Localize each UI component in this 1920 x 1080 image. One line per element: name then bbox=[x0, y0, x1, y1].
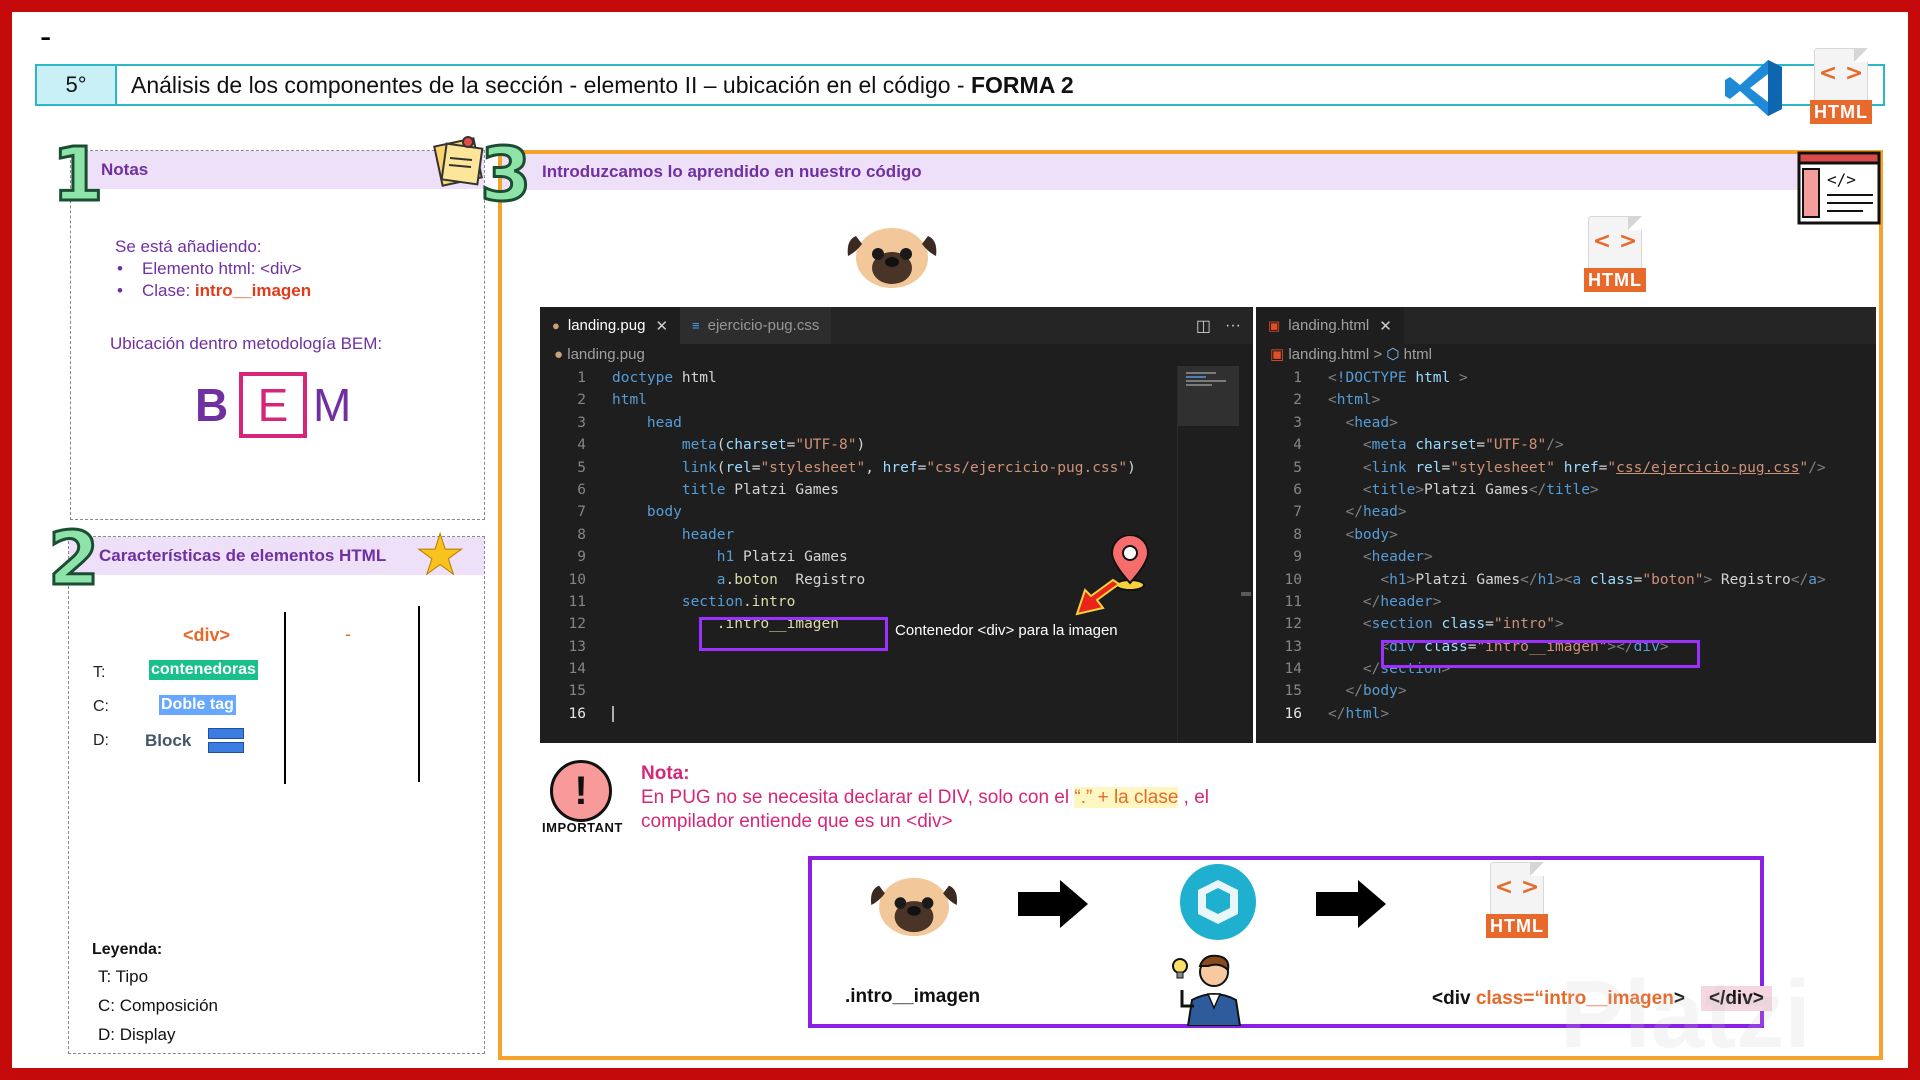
bem-letters: B E M bbox=[195, 372, 351, 438]
slide-number: 5° bbox=[37, 66, 117, 104]
nota-text: Nota: En PUG no se necesita declarar el … bbox=[641, 763, 1210, 832]
pug-file-icon: ● bbox=[552, 318, 560, 333]
html-code: 1 <!DOCTYPE html > 2 <html> 3 <head> 4 <me… bbox=[1284, 370, 1826, 722]
important-icon: ! IMPORTANT bbox=[542, 760, 622, 840]
slide-title: Análisis de los componentes de la secció… bbox=[131, 71, 1074, 98]
legend: Leyenda: T: Tipo C: Composición D: Displ… bbox=[92, 941, 218, 1044]
css-file-icon: ≡ bbox=[692, 318, 700, 333]
right-arrow-icon bbox=[1316, 880, 1386, 928]
block-display-icon bbox=[208, 728, 244, 754]
right-arrow-icon bbox=[1018, 880, 1088, 928]
tab-landing-html[interactable]: ▣ landing.html ✕ bbox=[1256, 307, 1404, 344]
tab-ejercicio-css[interactable]: ≡ ejercicio-pug.css bbox=[680, 307, 832, 344]
breadcrumb: ▣ landing.html > ⬡ html bbox=[1270, 346, 1432, 363]
html5-file-icon: ▣ bbox=[1270, 346, 1289, 363]
note-item-class: Clase: intro__imagen bbox=[115, 280, 311, 302]
html-file-icon: < > HTML bbox=[1810, 48, 1872, 124]
section-number-3: 3 bbox=[479, 132, 533, 218]
close-icon[interactable]: ✕ bbox=[1379, 317, 1392, 335]
html-file-icon: < > HTML bbox=[1486, 862, 1548, 938]
note-item-element: Elemento html: <div> bbox=[115, 258, 311, 280]
element-node-icon: ⬡ bbox=[1386, 346, 1400, 363]
column-divider bbox=[284, 612, 286, 784]
pug-editor[interactable]: ● landing.pug ✕ ≡ ejercicio-pug.css ◫ ··· ● … bbox=[540, 307, 1253, 743]
breadcrumb: ● landing.pug bbox=[554, 346, 645, 363]
thinking-person-icon bbox=[1172, 954, 1242, 1026]
red-arrow-icon bbox=[1075, 578, 1121, 616]
code-window-icon: </> bbox=[1797, 151, 1881, 225]
platzi-watermark: Platzi bbox=[1560, 961, 1811, 1068]
title-bar: 5° Análisis de los componentes de la sec… bbox=[35, 64, 1885, 106]
bem-title: Ubicación dentro metodología BEM: bbox=[110, 334, 383, 353]
code-panel-title: Introduzcamos lo aprendido en nuestro có… bbox=[502, 154, 1879, 190]
notes-body: Se está añadiendo: Elemento html: <div> … bbox=[115, 236, 311, 302]
split-editor-icon[interactable]: ◫ bbox=[1196, 316, 1211, 336]
html-file-icon: < > HTML bbox=[1584, 216, 1646, 292]
editor-tabbar: ● landing.pug ✕ ≡ ejercicio-pug.css ◫ ··· bbox=[540, 307, 1253, 344]
close-icon[interactable]: ✕ bbox=[655, 317, 668, 335]
display-value: Block bbox=[145, 731, 192, 750]
pug-file-icon: ● bbox=[554, 346, 568, 363]
column-divider bbox=[418, 606, 420, 782]
bem-element-highlight: E bbox=[239, 372, 307, 438]
minimap[interactable] bbox=[1177, 366, 1239, 743]
section-number-2: 2 bbox=[47, 516, 101, 602]
top-dash: - bbox=[40, 18, 52, 56]
col-empty-header: - bbox=[345, 624, 351, 644]
pug-class-label: .intro__imagen bbox=[845, 986, 981, 1007]
pug-icon bbox=[847, 228, 937, 288]
type-badge: contenedoras bbox=[149, 660, 258, 680]
pug-highlight-box bbox=[699, 617, 888, 651]
html-highlight-box bbox=[1381, 640, 1700, 668]
editor-tabbar: ▣ landing.html ✕ bbox=[1256, 307, 1876, 344]
col-div-header: <div> bbox=[183, 625, 231, 645]
notes-title: Notas bbox=[71, 151, 484, 189]
star-icon: ★ bbox=[414, 523, 466, 587]
pug-icon bbox=[870, 877, 958, 937]
annotation-label: Contenedor <div> para la imagen bbox=[895, 622, 1118, 639]
composition-badge: Doble tag bbox=[159, 695, 236, 715]
tab-landing-pug[interactable]: ● landing.pug ✕ bbox=[540, 307, 681, 344]
section-number-1: 1 bbox=[51, 132, 105, 218]
html5-file-icon: ▣ bbox=[1268, 317, 1281, 333]
parcel-logo-icon bbox=[1198, 880, 1238, 924]
vscode-icon bbox=[1725, 60, 1782, 116]
svg-text:</>: </> bbox=[1827, 170, 1856, 189]
more-actions-icon[interactable]: ··· bbox=[1225, 317, 1241, 335]
scrollbar[interactable] bbox=[1239, 366, 1253, 743]
html-editor[interactable]: ▣ landing.html ✕ ▣ landing.html > ⬡ html 1… bbox=[1256, 307, 1876, 743]
